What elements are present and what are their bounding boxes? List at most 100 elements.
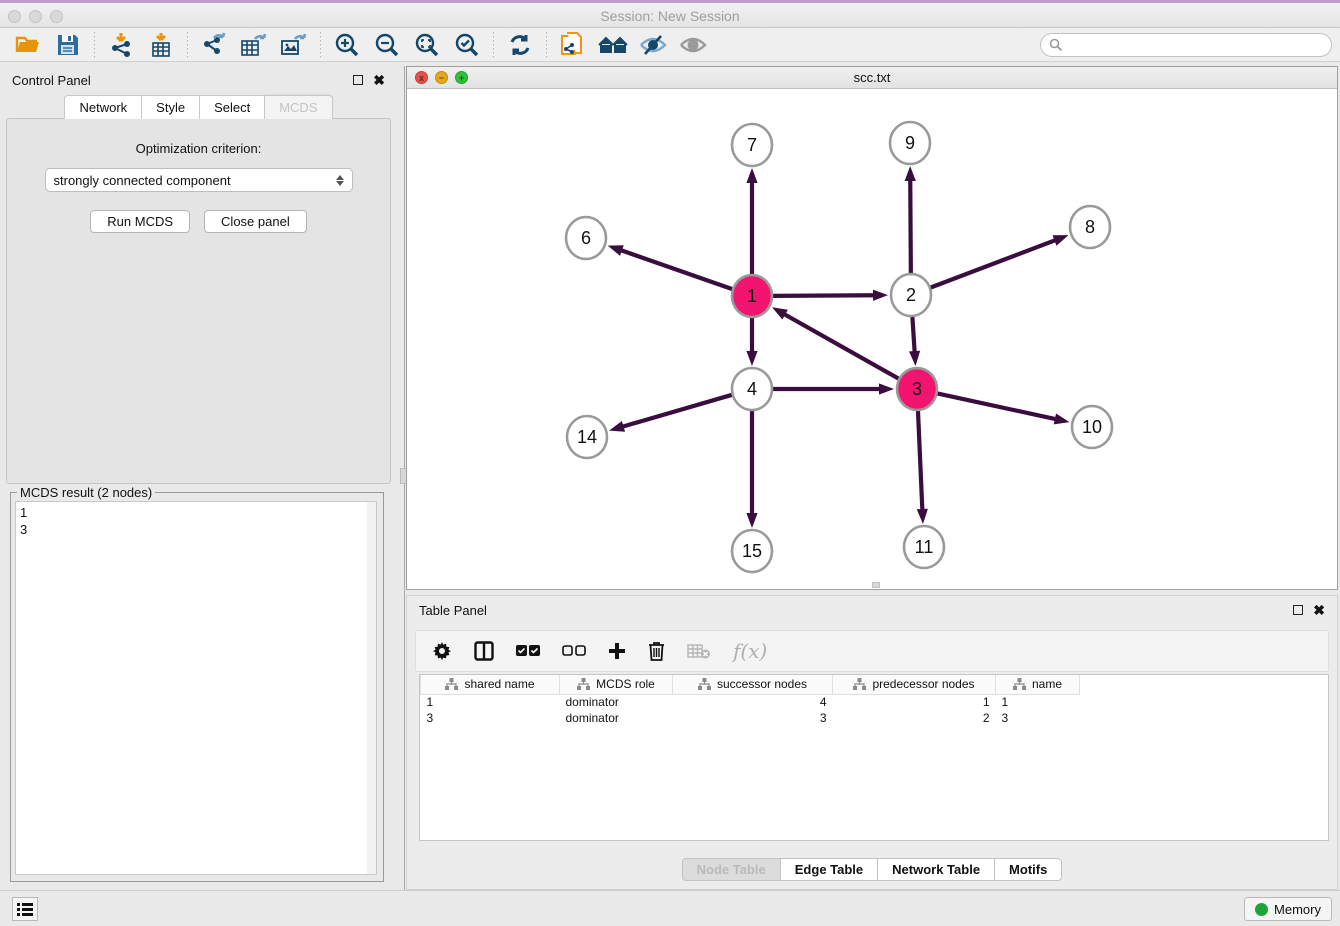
- table-cell[interactable]: 1: [833, 694, 996, 710]
- zoom-selected-button[interactable]: [447, 30, 487, 60]
- result-scrollbar[interactable]: [367, 502, 376, 874]
- deselect-all-button[interactable]: [562, 645, 586, 658]
- float-table-panel-icon[interactable]: [1293, 605, 1303, 615]
- edge-3-11[interactable]: [918, 408, 923, 512]
- edge-2-8[interactable]: [929, 239, 1058, 288]
- refresh-layout-button[interactable]: [500, 30, 540, 60]
- table-cell[interactable]: 3: [673, 710, 833, 726]
- hide-panels-button[interactable]: [633, 30, 673, 60]
- table-cell[interactable]: dominator: [560, 694, 673, 710]
- open-file-button[interactable]: [8, 30, 48, 60]
- close-table-panel-icon[interactable]: ✖: [1313, 605, 1325, 615]
- table-cell[interactable]: 2: [833, 710, 996, 726]
- table-cell[interactable]: 1: [421, 694, 560, 710]
- search-input[interactable]: [1040, 33, 1332, 57]
- refresh-icon: [507, 32, 533, 58]
- memory-button[interactable]: Memory: [1244, 897, 1332, 921]
- control-panel-tabs: Network Style Select MCDS: [0, 95, 397, 119]
- graph-node-label: 9: [905, 133, 915, 153]
- save-session-button[interactable]: [48, 30, 88, 60]
- edge-1-2[interactable]: [771, 295, 876, 296]
- graph-node-label: 8: [1085, 217, 1095, 237]
- edge-4-14[interactable]: [621, 394, 734, 427]
- run-mcds-button[interactable]: Run MCDS: [90, 210, 190, 233]
- show-columns-button[interactable]: [474, 641, 494, 661]
- edge-2-3[interactable]: [912, 314, 915, 354]
- table-row[interactable]: 1dominator411: [421, 694, 1080, 710]
- network-canvas[interactable]: 7968124314101511: [407, 89, 1337, 589]
- network-minimize-button[interactable]: −: [435, 71, 448, 84]
- network-graph[interactable]: 7968124314101511: [407, 89, 1337, 589]
- export-table-icon: [240, 32, 268, 58]
- column-header-MCDS-role[interactable]: MCDS role: [560, 675, 673, 694]
- home-button[interactable]: [593, 30, 633, 60]
- select-all-button[interactable]: [516, 645, 540, 658]
- tab-style[interactable]: Style: [142, 95, 200, 119]
- canvas-grip[interactable]: [872, 582, 880, 588]
- tab-network-table[interactable]: Network Table: [878, 858, 995, 881]
- tab-edge-table[interactable]: Edge Table: [781, 858, 878, 881]
- table-panel: Table Panel ✖: [406, 595, 1338, 890]
- network-view-window: x − + scc.txt 7968124314101511: [406, 66, 1338, 590]
- export-image-button[interactable]: [274, 30, 314, 60]
- import-table-button[interactable]: [141, 30, 181, 60]
- delete-table-button-disabled: [687, 643, 711, 659]
- import-network-icon: [108, 32, 134, 58]
- table-cell[interactable]: 1: [996, 694, 1080, 710]
- export-network-button[interactable]: [194, 30, 234, 60]
- tab-motifs[interactable]: Motifs: [995, 858, 1062, 881]
- graph-node-label: 1: [747, 286, 757, 306]
- close-panel-icon[interactable]: ✖: [373, 75, 385, 85]
- node-table[interactable]: shared nameMCDS rolesuccessor nodesprede…: [419, 674, 1329, 841]
- edge-2-9[interactable]: [910, 178, 911, 276]
- tab-network[interactable]: Network: [64, 95, 142, 119]
- window-titlebar: Session: New Session: [0, 0, 1340, 28]
- column-header-shared-name[interactable]: shared name: [421, 675, 560, 694]
- column-header-name[interactable]: name: [996, 675, 1080, 694]
- edge-1-6[interactable]: [619, 250, 734, 290]
- edge-arrowhead: [909, 351, 920, 366]
- application-window: Session: New Session: [0, 0, 1340, 926]
- close-panel-button[interactable]: Close panel: [204, 210, 307, 233]
- table-cell[interactable]: dominator: [560, 710, 673, 726]
- column-header-successor-nodes[interactable]: successor nodes: [673, 675, 833, 694]
- table-cell[interactable]: 3: [421, 710, 560, 726]
- table-cell[interactable]: 4: [673, 694, 833, 710]
- clone-network-button[interactable]: [553, 30, 593, 60]
- tab-select[interactable]: Select: [200, 95, 265, 119]
- graph-node-label: 6: [581, 228, 591, 248]
- table-cell[interactable]: 3: [996, 710, 1080, 726]
- edge-arrowhead: [1054, 413, 1070, 424]
- zoom-fit-button[interactable]: [407, 30, 447, 60]
- column-header-predecessor-nodes[interactable]: predecessor nodes: [833, 675, 996, 694]
- network-window-titlebar[interactable]: x − + scc.txt: [407, 67, 1337, 89]
- status-bar: Memory: [0, 890, 1340, 926]
- table-row[interactable]: 3dominator323: [421, 710, 1080, 726]
- memory-status-icon: [1255, 903, 1268, 916]
- optimization-criterion-select[interactable]: strongly connected component: [45, 168, 353, 192]
- mcds-result-group: MCDS result (2 nodes) 1 3: [10, 492, 384, 882]
- network-maximize-button[interactable]: +: [455, 71, 468, 84]
- import-network-button[interactable]: [101, 30, 141, 60]
- table-toolbar: f(x): [415, 630, 1329, 672]
- zoom-in-button[interactable]: [327, 30, 367, 60]
- float-panel-icon[interactable]: [353, 75, 363, 85]
- delete-column-button[interactable]: [648, 641, 665, 661]
- zoom-out-icon: [374, 32, 400, 58]
- panel-splitter[interactable]: [401, 66, 405, 890]
- mcds-result-text[interactable]: 1 3: [15, 501, 377, 875]
- show-panels-button[interactable]: [673, 30, 713, 60]
- table-settings-button[interactable]: [432, 641, 452, 661]
- edge-3-10[interactable]: [936, 393, 1058, 420]
- add-column-button[interactable]: [608, 642, 626, 660]
- eye-icon: [679, 34, 707, 56]
- export-table-button[interactable]: [234, 30, 274, 60]
- zoom-out-button[interactable]: [367, 30, 407, 60]
- task-history-button[interactable]: [12, 897, 38, 921]
- memory-label: Memory: [1274, 902, 1321, 917]
- network-close-button[interactable]: x: [415, 71, 428, 84]
- toolbar-separator: [546, 32, 547, 58]
- edge-3-1[interactable]: [782, 313, 900, 379]
- tab-node-table[interactable]: Node Table: [682, 858, 781, 881]
- tab-mcds[interactable]: MCDS: [265, 95, 332, 119]
